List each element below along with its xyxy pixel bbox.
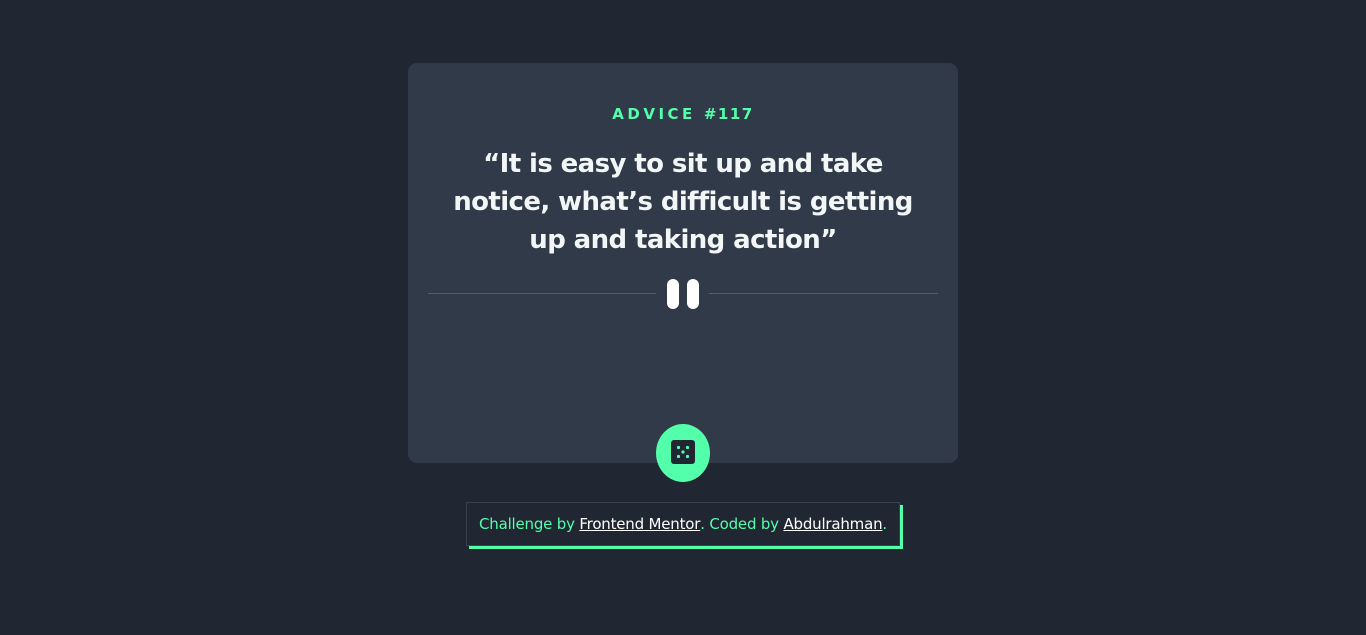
advice-card: ADVICE #117 “It is easy to sit up and tak… (408, 63, 958, 463)
advice-quote: “It is easy to sit up and take notice, w… (453, 149, 913, 255)
dice-icon (671, 439, 695, 467)
advice-number: #117 (703, 105, 754, 123)
generate-advice-button[interactable] (656, 424, 710, 482)
pattern-divider (428, 279, 938, 309)
pause-icon (667, 279, 699, 309)
attribution-middle: . Coded by (700, 515, 779, 533)
author-link[interactable]: Abdulrahman (783, 515, 882, 533)
pause-bar-left (667, 279, 679, 309)
advice-label: ADVICE (612, 105, 696, 123)
attribution-footer: Challenge by Frontend Mentor. Coded by A… (466, 502, 900, 546)
frontend-mentor-link[interactable]: Frontend Mentor (579, 515, 700, 533)
attribution-suffix: . (882, 515, 887, 533)
divider-line-right (709, 293, 938, 294)
attribution-prefix: Challenge by (479, 515, 575, 533)
pause-bar-right (687, 279, 699, 309)
divider-line-left (428, 293, 656, 294)
advice-id: ADVICE #117 (408, 105, 958, 123)
